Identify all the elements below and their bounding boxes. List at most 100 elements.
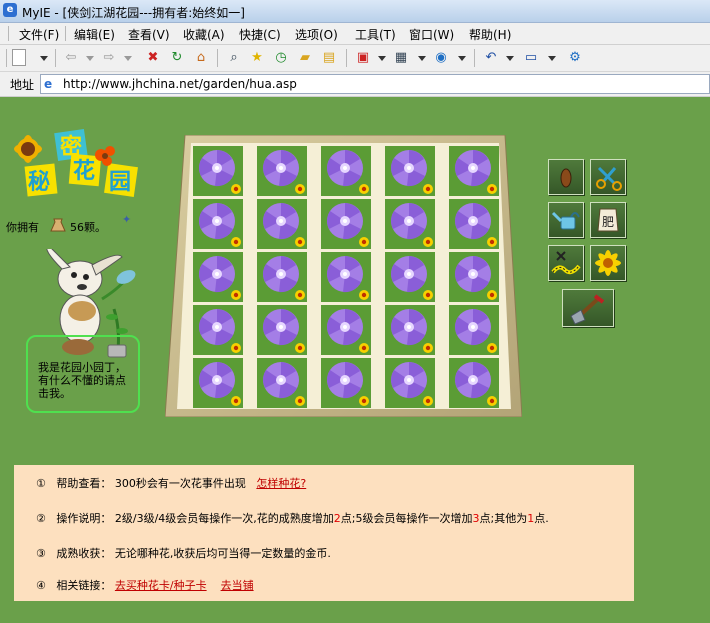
info-text: 2级/3级/4级会员每操作一次,花的成熟度增加 bbox=[114, 512, 334, 525]
menu-edit[interactable]: 编辑(E) bbox=[71, 26, 118, 43]
favorites-star-icon[interactable]: ★ bbox=[248, 49, 266, 67]
morning-glory-flower-icon bbox=[449, 252, 499, 302]
info-label: 操作说明： bbox=[56, 512, 112, 525]
flower-plot[interactable] bbox=[449, 252, 499, 302]
tool-scissors[interactable] bbox=[590, 159, 626, 195]
window-icon[interactable]: ▭ bbox=[522, 49, 540, 67]
menu-file[interactable]: 文件(F) bbox=[16, 26, 62, 43]
flower-plot[interactable] bbox=[257, 252, 307, 302]
gardener-help-bubble[interactable]: 我是花园小园丁，有什么不懂的请点击我。 bbox=[26, 335, 140, 413]
flower-plot[interactable] bbox=[257, 358, 307, 408]
flower-plot[interactable] bbox=[193, 358, 243, 408]
tool-fertilizer[interactable]: 肥 bbox=[590, 202, 626, 238]
flower-plot[interactable] bbox=[385, 252, 435, 302]
info-links-row: ④ 相关链接： 去买种花卡/种子卡 去当铺 bbox=[36, 577, 254, 593]
proxy-dropdown-icon[interactable] bbox=[418, 56, 426, 61]
undo-dropdown-icon[interactable] bbox=[506, 56, 514, 61]
address-url[interactable]: http://www.jhchina.net/garden/hua.asp bbox=[63, 77, 297, 91]
web-icon[interactable]: ◉ bbox=[432, 49, 450, 67]
morning-glory-flower-icon bbox=[449, 358, 499, 408]
flower-plot[interactable] bbox=[193, 252, 243, 302]
stop-icon[interactable]: ✖ bbox=[144, 49, 162, 67]
menu-help[interactable]: 帮助(H) bbox=[466, 26, 514, 43]
refresh-icon[interactable]: ↻ bbox=[168, 49, 186, 67]
flower-plot[interactable] bbox=[385, 146, 435, 196]
info-number: ④ bbox=[36, 579, 46, 592]
menu-shortcuts[interactable]: 快捷(C) bbox=[236, 26, 284, 43]
menu-window[interactable]: 窗口(W) bbox=[406, 26, 457, 43]
tool-seed[interactable] bbox=[548, 159, 584, 195]
buy-seed-card-link[interactable]: 去买种花卡/种子卡 bbox=[115, 579, 207, 592]
address-bar: 地址 e http://www.jhchina.net/garden/hua.a… bbox=[0, 72, 710, 97]
sunflower-icon bbox=[14, 135, 42, 163]
svg-text:秘: 秘 bbox=[28, 169, 50, 195]
forward-dropdown-icon[interactable] bbox=[124, 56, 132, 61]
back-icon[interactable]: ⇦ bbox=[62, 49, 80, 67]
seed-icon bbox=[560, 168, 572, 188]
home-icon[interactable]: ⌂ bbox=[192, 49, 210, 67]
info-text: 点;其他为 bbox=[479, 512, 528, 525]
flower-plot[interactable] bbox=[193, 305, 243, 355]
toolbar-separator bbox=[55, 49, 56, 67]
info-label: 相关链接： bbox=[56, 579, 112, 592]
flower-plot[interactable] bbox=[449, 199, 499, 249]
menu-bar: 文件(F) 编辑(E) 查看(V) 收藏(A) 快捷(C) 选项(O) 工具(T… bbox=[0, 23, 710, 45]
flower-plot[interactable] bbox=[449, 305, 499, 355]
pawnshop-link[interactable]: 去当铺 bbox=[221, 579, 254, 592]
morning-glory-flower-icon bbox=[449, 146, 499, 196]
morning-glory-flower-icon bbox=[385, 146, 435, 196]
history-icon[interactable]: ◷ bbox=[272, 49, 290, 67]
morning-glory-flower-icon bbox=[257, 146, 307, 196]
flower-plot[interactable] bbox=[385, 199, 435, 249]
forward-icon[interactable]: ⇨ bbox=[100, 49, 118, 67]
tool-insecticide[interactable] bbox=[548, 245, 584, 281]
address-field[interactable]: e http://www.jhchina.net/garden/hua.asp bbox=[40, 74, 710, 94]
tool-shovel[interactable] bbox=[562, 289, 614, 327]
flower-plot[interactable] bbox=[321, 146, 371, 196]
info-number: ② bbox=[36, 512, 46, 525]
flower-plot[interactable] bbox=[193, 146, 243, 196]
flower-plot[interactable] bbox=[321, 358, 371, 408]
window-dropdown-icon[interactable] bbox=[548, 56, 556, 61]
menu-options[interactable]: 选项(O) bbox=[292, 26, 341, 43]
flower-plot[interactable] bbox=[449, 146, 499, 196]
info-text: 点. bbox=[534, 512, 549, 525]
new-dropdown-icon[interactable] bbox=[40, 56, 48, 61]
morning-glory-flower-icon bbox=[449, 305, 499, 355]
flower-plot[interactable] bbox=[321, 305, 371, 355]
gardener-message[interactable]: 我是花园小园丁，有什么不懂的请点击我。 bbox=[38, 361, 126, 400]
myie-app-icon[interactable]: e bbox=[3, 3, 17, 17]
garden-page: 密 秘 花 园 你拥有 56颗。 ✦ 我是花园小园丁，有什么不懂的请点击我。 肥… bbox=[0, 97, 710, 623]
proxy-icon[interactable]: ▦ bbox=[392, 49, 410, 67]
flower-plot[interactable] bbox=[321, 252, 371, 302]
flower-plot[interactable] bbox=[193, 199, 243, 249]
svg-text:花: 花 bbox=[73, 158, 95, 184]
info-label: 成熟收获： bbox=[56, 547, 112, 560]
sunflower-icon bbox=[595, 250, 621, 276]
morning-glory-flower-icon bbox=[385, 358, 435, 408]
page-dropdown-icon[interactable] bbox=[378, 56, 386, 61]
folder-icon[interactable]: ▰ bbox=[296, 49, 314, 67]
tool-sunflower[interactable] bbox=[590, 245, 626, 281]
tool-watering-can[interactable] bbox=[548, 202, 584, 238]
flower-plot[interactable] bbox=[321, 199, 371, 249]
web-dropdown-icon[interactable] bbox=[458, 56, 466, 61]
notes-icon[interactable]: ▤ bbox=[320, 49, 338, 67]
flower-plot[interactable] bbox=[257, 199, 307, 249]
menu-favorites[interactable]: 收藏(A) bbox=[180, 26, 228, 43]
flower-plot[interactable] bbox=[385, 305, 435, 355]
page-icon[interactable]: ▣ bbox=[354, 49, 372, 67]
new-page-icon[interactable] bbox=[12, 49, 26, 66]
flower-plot[interactable] bbox=[257, 146, 307, 196]
seed-bag-icon bbox=[50, 218, 66, 232]
how-to-plant-link[interactable]: 怎样种花? bbox=[256, 477, 306, 490]
undo-close-icon[interactable]: ↶ bbox=[482, 49, 500, 67]
network-icon[interactable]: ⚙ bbox=[566, 49, 584, 67]
flower-plot[interactable] bbox=[385, 358, 435, 408]
menu-tools[interactable]: 工具(T) bbox=[352, 26, 399, 43]
flower-plot[interactable] bbox=[449, 358, 499, 408]
search-icon[interactable]: ⌕ bbox=[225, 49, 243, 67]
back-dropdown-icon[interactable] bbox=[86, 56, 94, 61]
menu-view[interactable]: 查看(V) bbox=[125, 26, 173, 43]
flower-plot[interactable] bbox=[257, 305, 307, 355]
